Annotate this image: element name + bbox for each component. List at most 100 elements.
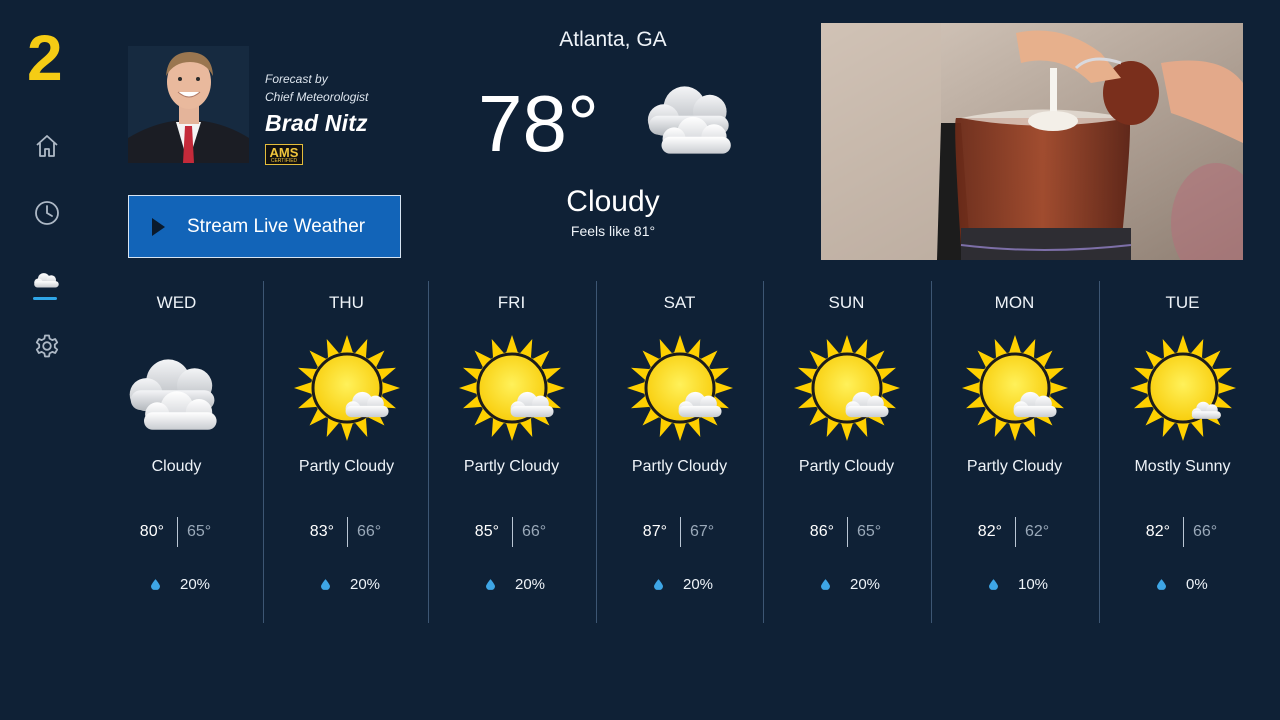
current-condition: Cloudy xyxy=(566,185,660,218)
day-condition: Mostly Sunny xyxy=(1134,458,1231,475)
temp-divider xyxy=(1015,517,1016,547)
precip-percent: 10% xyxy=(1018,576,1049,593)
precip-percent: 20% xyxy=(850,576,881,593)
day-condition: Partly Cloudy xyxy=(631,458,728,475)
temp-divider xyxy=(680,517,681,547)
precip-chance: 20% xyxy=(428,576,595,596)
precip-percent: 20% xyxy=(515,576,546,593)
day-condition: Partly Cloudy xyxy=(298,458,395,475)
temp-divider xyxy=(847,517,848,547)
day-name: SUN xyxy=(828,293,865,312)
play-icon xyxy=(152,217,165,236)
raindrop-icon xyxy=(486,579,495,590)
forecast-day[interactable]: WED Cloudy 80° 65° 20% xyxy=(93,281,260,623)
precip-chance: 20% xyxy=(763,576,930,596)
precip-percent: 20% xyxy=(350,576,381,593)
clock-icon xyxy=(35,201,59,225)
raindrop-icon xyxy=(821,579,830,590)
byline-line-2: Chief Meteorologist xyxy=(265,90,369,104)
partly-cloudy-icon xyxy=(960,333,1070,443)
high-temp: 82° xyxy=(1145,523,1170,540)
day-condition: Cloudy xyxy=(151,458,202,475)
day-divider xyxy=(596,281,597,623)
low-temp: 66° xyxy=(1193,523,1218,540)
stream-button-label: Stream Live Weather xyxy=(187,215,366,237)
temp-divider xyxy=(177,517,178,547)
partly-cloudy-icon xyxy=(292,333,402,443)
badge-sub-text: CERTIFIED xyxy=(270,158,298,164)
nav-selected-indicator xyxy=(33,297,57,300)
day-name: SAT xyxy=(663,293,696,312)
day-name: WED xyxy=(156,293,197,312)
raindrop-icon xyxy=(654,579,663,590)
high-temp: 82° xyxy=(977,523,1002,540)
seven-day-forecast: WED Cloudy 80° 65° 20% THU Partly Cloudy… xyxy=(93,281,1268,623)
weather-icon xyxy=(31,267,63,293)
low-temp: 66° xyxy=(357,523,382,540)
forecast-day[interactable]: THU Partly Cloudy 83° 66° 20% xyxy=(263,281,430,623)
video-frame xyxy=(821,23,1243,260)
forecast-day[interactable]: TUE Mostly Sunny 82° 66° 0% xyxy=(1099,281,1266,623)
home-icon xyxy=(36,135,58,157)
day-divider xyxy=(263,281,264,623)
feels-like: Feels like 81° xyxy=(570,223,656,239)
low-temp: 65° xyxy=(187,523,212,540)
low-temp: 67° xyxy=(690,523,715,540)
day-temps: 82° 66° xyxy=(1099,517,1266,547)
precip-chance: 20% xyxy=(93,576,260,596)
day-divider xyxy=(931,281,932,623)
partly-cloudy-icon xyxy=(625,333,735,443)
current-city: Atlanta, GA xyxy=(559,28,667,51)
day-temps: 80° 65° xyxy=(93,517,260,547)
low-temp: 66° xyxy=(522,523,547,540)
temp-divider xyxy=(1183,517,1184,547)
cloudy-icon xyxy=(122,333,232,443)
precip-percent: 20% xyxy=(180,576,211,593)
day-temps: 85° 66° xyxy=(428,517,595,547)
day-temps: 83° 66° xyxy=(263,517,430,547)
day-temps: 87° 67° xyxy=(596,517,763,547)
stream-live-weather-button[interactable]: Stream Live Weather xyxy=(128,195,401,258)
partly-cloudy-icon xyxy=(792,333,902,443)
gear-icon xyxy=(35,334,59,358)
live-video-player[interactable] xyxy=(821,23,1243,260)
byline-line-1: Forecast by xyxy=(265,72,328,86)
forecast-day[interactable]: MON Partly Cloudy 82° 62° 10% xyxy=(931,281,1098,623)
high-temp: 85° xyxy=(474,523,499,540)
nav-home-button[interactable] xyxy=(31,130,63,162)
nav-settings-button[interactable] xyxy=(31,330,63,362)
raindrop-icon xyxy=(1157,579,1166,590)
meteorologist-credit: Forecast by Chief Meteorologist Brad Nit… xyxy=(265,70,368,137)
partly-cloudy-icon xyxy=(457,333,567,443)
low-temp: 62° xyxy=(1025,523,1050,540)
day-divider xyxy=(1099,281,1100,623)
side-nav: 2 xyxy=(0,0,100,720)
day-temps: 86° 65° xyxy=(763,517,930,547)
precip-percent: 20% xyxy=(683,576,714,593)
day-temps: 82° 62° xyxy=(931,517,1098,547)
channel-logo: 2 xyxy=(27,22,63,94)
day-name: TUE xyxy=(1165,293,1200,312)
forecast-day[interactable]: FRI Partly Cloudy 85° 66° 20% xyxy=(428,281,595,623)
low-temp: 65° xyxy=(857,523,882,540)
day-divider xyxy=(763,281,764,623)
raindrop-icon xyxy=(151,579,160,590)
day-name: MON xyxy=(994,293,1035,312)
day-condition: Partly Cloudy xyxy=(966,458,1063,475)
day-name: FRI xyxy=(497,293,526,312)
ams-certified-badge: AMS CERTIFIED xyxy=(265,144,303,165)
day-condition: Partly Cloudy xyxy=(463,458,560,475)
nav-recent-button[interactable] xyxy=(31,197,63,229)
precip-chance: 0% xyxy=(1099,576,1266,596)
forecast-day[interactable]: SUN Partly Cloudy 86° 65° 20% xyxy=(763,281,930,623)
forecast-day[interactable]: SAT Partly Cloudy 87° 67° 20% xyxy=(596,281,763,623)
day-name: THU xyxy=(329,293,364,312)
nav-weather-button[interactable] xyxy=(31,264,63,296)
cloudy-icon xyxy=(640,78,746,167)
meteorologist-photo xyxy=(128,46,249,163)
meteorologist-name: Brad Nitz xyxy=(265,110,368,136)
precip-chance: 20% xyxy=(263,576,430,596)
high-temp: 87° xyxy=(642,523,667,540)
raindrop-icon xyxy=(321,579,330,590)
precip-percent: 0% xyxy=(1186,576,1208,593)
